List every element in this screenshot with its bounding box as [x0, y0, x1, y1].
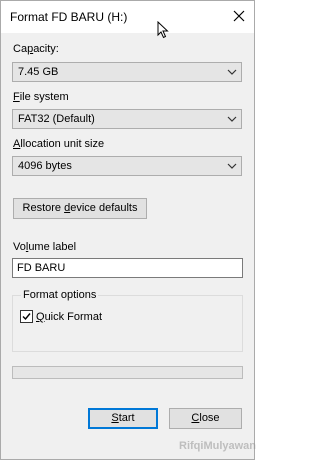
chevron-down-icon: [227, 116, 237, 122]
format-progress-bar: [12, 366, 243, 379]
allocation-label: Allocation unit size: [13, 138, 105, 150]
capacity-select[interactable]: 7.45 GB: [12, 62, 242, 82]
dialog-title: Format FD BARU (H:): [10, 10, 128, 24]
file-system-label: File system: [13, 91, 69, 103]
watermark-text: RifqiMulyawan: [179, 440, 257, 452]
format-dialog: Format FD BARU (H:) Capacity: 7.45 GB Fi…: [0, 0, 257, 460]
close-button[interactable]: Close: [169, 408, 242, 429]
mouse-cursor-icon: [157, 21, 169, 39]
restore-defaults-button[interactable]: Restore device defaults: [13, 198, 147, 219]
close-icon[interactable]: [227, 5, 251, 27]
volume-label-label: Volume label: [13, 241, 77, 253]
start-button[interactable]: Start: [88, 408, 158, 429]
chevron-down-icon: [227, 163, 237, 169]
quick-format-checkbox[interactable]: [20, 310, 33, 323]
allocation-select[interactable]: 4096 bytes: [12, 156, 242, 176]
file-system-select[interactable]: FAT32 (Default): [12, 109, 242, 129]
format-options-label: Format options: [21, 289, 99, 301]
capacity-value: 7.45 GB: [18, 66, 59, 78]
format-options-group: [12, 295, 243, 352]
file-system-value: FAT32 (Default): [18, 113, 95, 125]
volume-label-input[interactable]: FD BARU: [12, 258, 243, 278]
capacity-label: Capacity:: [13, 43, 59, 55]
checkmark-icon: [22, 313, 31, 321]
volume-label-value: FD BARU: [17, 262, 66, 274]
quick-format-label[interactable]: Quick Format: [36, 311, 102, 323]
title-bar: Format FD BARU (H:): [1, 1, 254, 33]
allocation-value: 4096 bytes: [18, 160, 72, 172]
chevron-down-icon: [227, 69, 237, 75]
